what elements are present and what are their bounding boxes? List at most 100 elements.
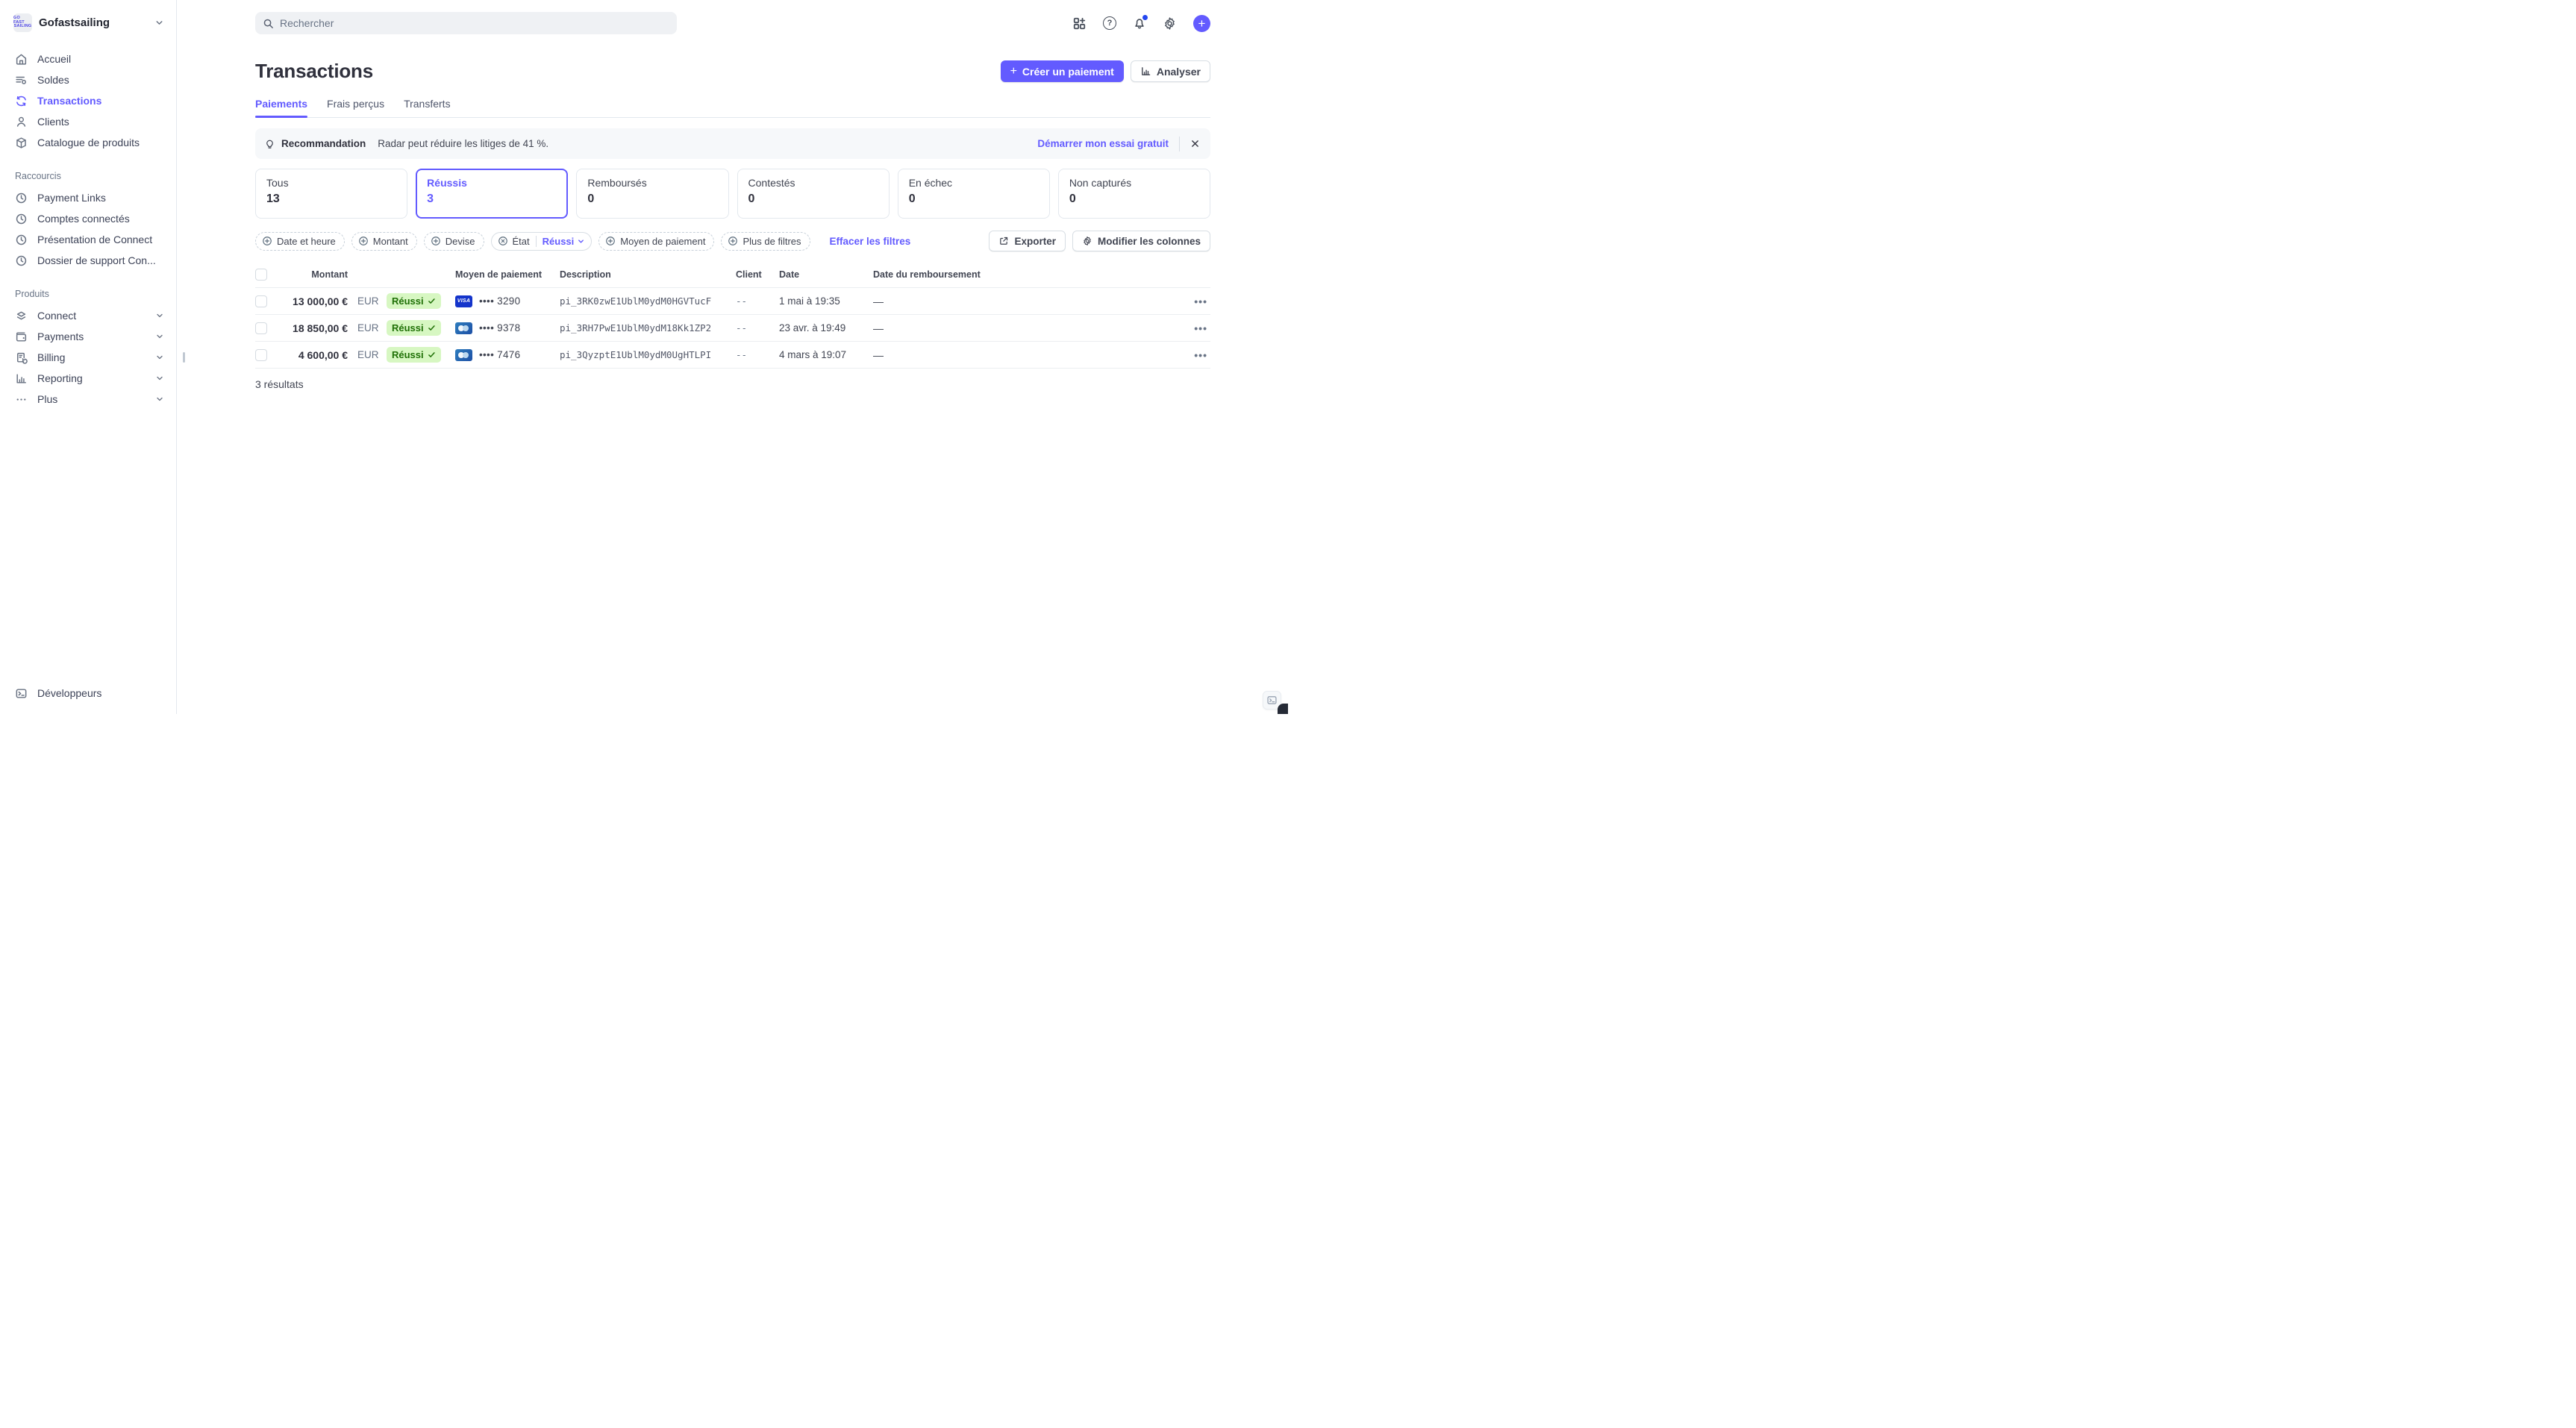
- sidebar-item-payment-links[interactable]: Payment Links: [0, 187, 176, 208]
- export-icon: [998, 236, 1009, 246]
- card-value: 0: [748, 192, 878, 206]
- create-payment-button[interactable]: + Créer un paiement: [1001, 60, 1124, 82]
- corner-widget: [1278, 704, 1288, 714]
- currency-cell: EUR: [348, 322, 387, 333]
- sidebar-item-accueil[interactable]: Accueil: [0, 48, 176, 69]
- sidebar-item-comptes-connectes[interactable]: Comptes connectés: [0, 208, 176, 229]
- sidebar-item-label: Payments: [37, 331, 155, 342]
- row-actions-menu[interactable]: •••: [1184, 322, 1210, 334]
- page-header: Transactions + Créer un paiement Analyse…: [255, 60, 1210, 83]
- sidebar: GO FAST SAILING Gofastsailing Accueil So…: [0, 0, 177, 714]
- card-label: Non capturés: [1069, 177, 1199, 189]
- search-input[interactable]: [280, 17, 669, 29]
- chip-value[interactable]: Réussi: [543, 236, 586, 247]
- settings-gear-icon[interactable]: [1163, 16, 1177, 31]
- topbar-icons: ? +: [1072, 15, 1210, 32]
- filter-card-tous[interactable]: Tous 13: [255, 169, 407, 219]
- sidebar-item-presentation-connect[interactable]: Présentation de Connect: [0, 229, 176, 250]
- card-number: •••• 3290: [479, 295, 520, 307]
- sidebar-item-billing[interactable]: Billing: [0, 347, 176, 368]
- description-cell: pi_3RK0zwE1UblM0ydM0HGVTucF: [560, 295, 736, 307]
- sidebar-item-plus[interactable]: Plus: [0, 389, 176, 410]
- refund-date-cell: —: [873, 322, 1184, 334]
- bar-chart-icon: [1140, 66, 1151, 77]
- sidebar-item-catalogue[interactable]: Catalogue de produits: [0, 132, 176, 153]
- table-row[interactable]: 4 600,00 € EUR Réussi •••• 7476 pi_3Qyzp…: [255, 342, 1210, 369]
- currency-cell: EUR: [348, 349, 387, 360]
- start-free-trial-link[interactable]: Démarrer mon essai gratuit: [1037, 138, 1169, 149]
- analyze-button[interactable]: Analyser: [1131, 60, 1210, 82]
- recommendation-banner: Recommandation Radar peut réduire les li…: [255, 128, 1210, 159]
- filter-card-contestes[interactable]: Contestés 0: [737, 169, 890, 219]
- sidebar-item-soldes[interactable]: Soldes: [0, 69, 176, 90]
- tab-transferts[interactable]: Transferts: [404, 98, 451, 117]
- sidebar-item-developpeurs[interactable]: Développeurs: [0, 683, 176, 704]
- card-label: Remboursés: [587, 177, 717, 189]
- filter-chip-devise[interactable]: Devise: [424, 232, 484, 251]
- clear-filters-link[interactable]: Effacer les filtres: [830, 236, 911, 247]
- shortcuts-nav: Payment Links Comptes connectés Présenta…: [0, 187, 176, 271]
- search-icon: [263, 18, 274, 29]
- filter-chip-etat[interactable]: État Réussi: [491, 232, 593, 251]
- banner-text: Radar peut réduire les litiges de 41 %.: [378, 138, 548, 149]
- filter-chip-montant[interactable]: Montant: [351, 232, 417, 251]
- description-cell: pi_3RH7PwE1UblM0ydM18Kk1ZP2: [560, 322, 736, 333]
- chevron-down-icon: [155, 332, 164, 341]
- products-section-title: Produits: [0, 289, 176, 299]
- tab-paiements[interactable]: Paiements: [255, 98, 307, 117]
- sidebar-item-transactions[interactable]: Transactions: [0, 90, 176, 111]
- card-number: •••• 9378: [479, 322, 520, 333]
- notification-dot: [1142, 15, 1148, 20]
- card-value: 0: [909, 192, 1039, 206]
- row-checkbox[interactable]: [255, 295, 267, 307]
- search-bar[interactable]: [255, 12, 677, 34]
- sidebar-item-connect[interactable]: Connect: [0, 305, 176, 326]
- help-icon[interactable]: ?: [1103, 16, 1116, 30]
- row-checkbox[interactable]: [255, 322, 267, 334]
- chip-label: Moyen de paiement: [620, 236, 705, 247]
- filter-card-rembourses[interactable]: Remboursés 0: [576, 169, 728, 219]
- card-value: 0: [1069, 192, 1199, 206]
- x-circle-icon[interactable]: [498, 236, 508, 246]
- filter-chip-moyen-paiement[interactable]: Moyen de paiement: [598, 232, 714, 251]
- apps-icon[interactable]: [1072, 16, 1087, 31]
- export-button[interactable]: Exporter: [989, 231, 1066, 251]
- sidebar-item-payments[interactable]: Payments: [0, 326, 176, 347]
- card-value: 13: [266, 192, 396, 206]
- row-actions-menu[interactable]: •••: [1184, 349, 1210, 361]
- plus-circle-icon: [358, 236, 369, 246]
- create-new-button[interactable]: +: [1193, 15, 1210, 32]
- status-text: Réussi: [392, 295, 424, 307]
- table-row[interactable]: 18 850,00 € EUR Réussi •••• 9378 pi_3RH7…: [255, 315, 1210, 342]
- payments-icon: [15, 331, 28, 343]
- notifications-icon[interactable]: [1133, 16, 1146, 30]
- close-icon[interactable]: [1190, 139, 1200, 148]
- filter-card-reussis[interactable]: Réussis 3: [416, 169, 568, 219]
- divider: [1179, 137, 1180, 151]
- stripe-dashboard: GO FAST SAILING Gofastsailing Accueil So…: [0, 0, 1288, 714]
- column-header-client: Client: [736, 269, 779, 280]
- row-checkbox[interactable]: [255, 349, 267, 361]
- chevron-down-icon: [155, 374, 164, 383]
- select-all-checkbox[interactable]: [255, 269, 267, 281]
- edit-columns-button[interactable]: Modifier les colonnes: [1072, 231, 1210, 251]
- account-switcher[interactable]: GO FAST SAILING Gofastsailing: [0, 13, 176, 32]
- tab-frais-percus[interactable]: Frais perçus: [327, 98, 384, 117]
- filter-chip-date[interactable]: Date et heure: [255, 232, 345, 251]
- sidebar-item-reporting[interactable]: Reporting: [0, 368, 176, 389]
- sidebar-item-clients[interactable]: Clients: [0, 111, 176, 132]
- filter-card-en-echec[interactable]: En échec 0: [898, 169, 1050, 219]
- clock-icon: [15, 254, 28, 267]
- table-row[interactable]: 13 000,00 € EUR Réussi •••• 3290 pi_3RK0…: [255, 288, 1210, 315]
- chip-label: État: [513, 236, 530, 247]
- row-actions-menu[interactable]: •••: [1184, 295, 1210, 307]
- check-icon: [428, 324, 436, 332]
- sidebar-item-dossier-support[interactable]: Dossier de support Con...: [0, 250, 176, 271]
- sidebar-item-label: Payment Links: [37, 192, 164, 204]
- filter-card-non-captures[interactable]: Non capturés 0: [1058, 169, 1210, 219]
- card-brand-icon: [455, 322, 472, 334]
- client-cell: --: [736, 295, 779, 307]
- filter-chip-plus-de-filtres[interactable]: Plus de filtres: [721, 232, 810, 251]
- question-mark: ?: [1103, 16, 1116, 30]
- sidebar-item-label: Transactions: [37, 95, 164, 107]
